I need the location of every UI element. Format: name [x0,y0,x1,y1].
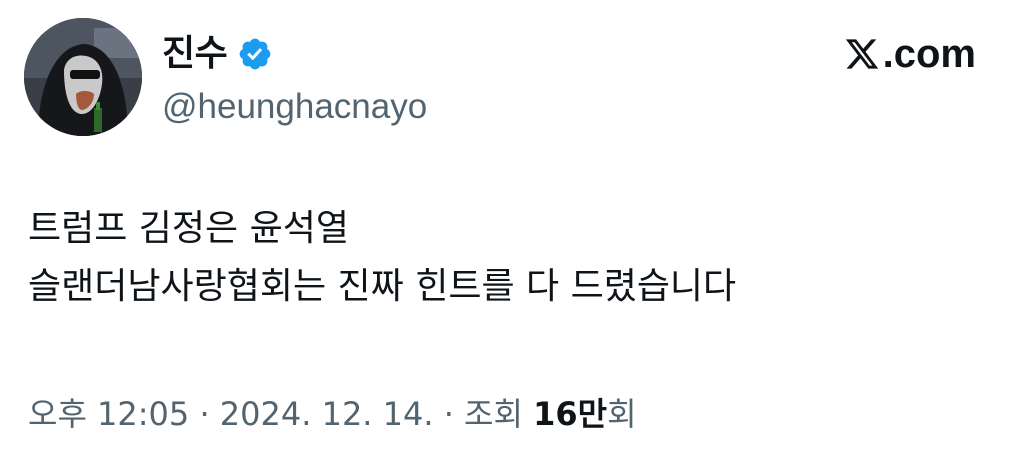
views-label: 조회 [464,395,534,433]
tweet-meta: 오후 12:05 · 2024. 12. 14. · 조회 16만회 [28,390,637,438]
tweet-line-2: 슬랜더남사랑협회는 진짜 힌트를 다 드렸습니다 [28,266,737,307]
views-count[interactable]: 16만 [533,395,607,433]
meta-separator: · [433,395,465,433]
tweet-date[interactable]: 2024. 12. 14. [220,395,434,433]
meta-separator: · [189,395,220,433]
views-suffix: 회 [607,395,637,433]
author-handle[interactable]: @heunghacnayo [162,84,427,130]
verified-badge-icon [237,36,273,72]
x-logo-icon [845,39,878,69]
brand-domain-label: .com [882,31,976,76]
author-display-name[interactable]: 진수 [162,30,228,78]
x-com-logo[interactable]: .com [843,30,976,78]
avatar[interactable] [24,18,142,136]
tweet-line-1: 트럼프 김정은 윤석열 [28,208,349,249]
tweet-time[interactable]: 오후 12:05 [28,395,189,433]
tweet-text: 트럼프 김정은 윤석열 슬랜더남사랑협회는 진짜 힌트를 다 드렸습니다 [28,200,736,316]
author-name-row: 진수 [162,30,273,78]
avatar-hooded-figure-icon [24,18,142,136]
